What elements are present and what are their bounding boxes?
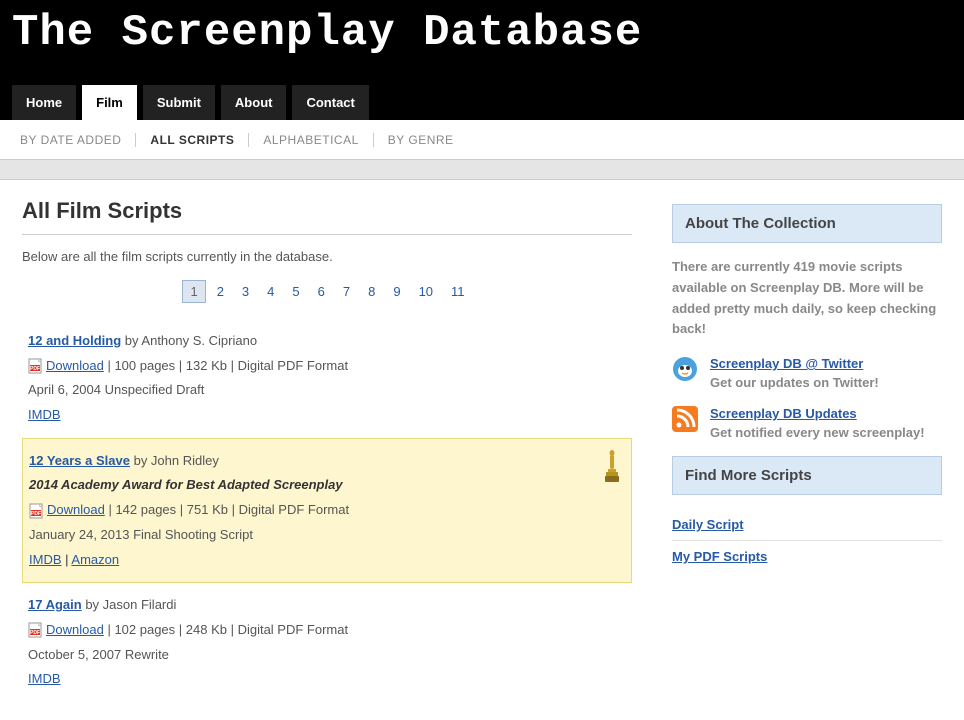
svg-text:PDF: PDF	[30, 630, 40, 636]
ext-link-amazon[interactable]: Amazon	[71, 552, 119, 567]
nav-home[interactable]: Home	[12, 85, 76, 120]
page-1[interactable]: 1	[182, 280, 205, 303]
nav-film[interactable]: Film	[82, 85, 137, 120]
divider	[22, 234, 632, 235]
content-container: All Film Scripts Below are all the film …	[0, 180, 964, 720]
nav-contact[interactable]: Contact	[292, 85, 368, 120]
gray-strip	[0, 160, 964, 180]
oscar-icon	[603, 449, 621, 485]
ext-link-imdb[interactable]: IMDB	[28, 671, 61, 686]
page-3[interactable]: 3	[235, 281, 256, 302]
about-heading: About The Collection	[672, 204, 942, 243]
social-link[interactable]: Screenplay DB @ Twitter	[710, 356, 863, 371]
script-item: 12 Years a Slave by John Ridley 2014 Acad…	[22, 438, 632, 583]
page-11[interactable]: 11	[444, 281, 472, 302]
subnav-by-genre[interactable]: By genre	[374, 133, 468, 147]
page-9[interactable]: 9	[386, 281, 407, 302]
script-title-link[interactable]: 17 Again	[28, 597, 82, 612]
file-meta: | 100 pages | 132 Kb | Digital PDF Forma…	[107, 358, 348, 373]
script-item: 12 and Holding by Anthony S. Cipriano PDF…	[22, 319, 632, 438]
page-10[interactable]: 10	[412, 281, 440, 302]
award-text: 2014 Academy Award for Best Adapted Scre…	[29, 473, 625, 498]
main-column: All Film Scripts Below are all the film …	[22, 198, 672, 702]
subnav-alphabetical[interactable]: Alphabetical	[249, 133, 373, 147]
pdf-icon: PDF	[28, 358, 46, 373]
twitter-icon	[672, 356, 698, 382]
svg-text:PDF: PDF	[30, 366, 40, 372]
social-sub: Get our updates on Twitter!	[710, 375, 879, 390]
pagination: 1234567891011	[22, 280, 632, 303]
more-heading: Find More Scripts	[672, 456, 942, 495]
file-meta: | 142 pages | 751 Kb | Digital PDF Forma…	[108, 502, 349, 517]
date-info: April 6, 2004 Unspecified Draft	[28, 378, 626, 403]
more-link[interactable]: My PDF Scripts	[672, 541, 942, 572]
svg-text:PDF: PDF	[31, 511, 41, 517]
page-6[interactable]: 6	[311, 281, 332, 302]
page-7[interactable]: 7	[336, 281, 357, 302]
main-nav: HomeFilmSubmitAboutContact	[12, 85, 952, 120]
more-links: Daily ScriptMy PDF Scripts	[672, 509, 942, 572]
social-row: Screenplay DB Updates Get notified every …	[672, 406, 942, 440]
download-link[interactable]: Download	[46, 358, 104, 373]
script-author: by John Ridley	[134, 453, 219, 468]
nav-submit[interactable]: Submit	[143, 85, 215, 120]
subnav-all-scripts[interactable]: All scripts	[136, 133, 249, 147]
page-8[interactable]: 8	[361, 281, 382, 302]
file-meta: | 102 pages | 248 Kb | Digital PDF Forma…	[107, 622, 348, 637]
subnav-by-date-added[interactable]: By date added	[20, 133, 136, 147]
about-text: There are currently 419 movie scripts av…	[672, 257, 942, 340]
script-list: 12 and Holding by Anthony S. Cipriano PDF…	[22, 319, 632, 702]
intro-text: Below are all the film scripts currently…	[22, 249, 632, 264]
pdf-icon: PDF	[28, 622, 46, 637]
page-title: All Film Scripts	[22, 198, 632, 224]
sidebar: About The Collection There are currently…	[672, 198, 942, 702]
page-4[interactable]: 4	[260, 281, 281, 302]
page-5[interactable]: 5	[285, 281, 306, 302]
social-links: Screenplay DB @ Twitter Get our updates o…	[672, 356, 942, 440]
more-link[interactable]: Daily Script	[672, 509, 942, 541]
site-title: The Screenplay Database	[12, 0, 952, 58]
download-link[interactable]: Download	[46, 622, 104, 637]
date-info: January 24, 2013 Final Shooting Script	[29, 523, 625, 548]
script-title-link[interactable]: 12 and Holding	[28, 333, 121, 348]
social-sub: Get notified every new screenplay!	[710, 425, 925, 440]
rss-icon	[672, 406, 698, 432]
social-row: Screenplay DB @ Twitter Get our updates o…	[672, 356, 942, 390]
date-info: October 5, 2007 Rewrite	[28, 643, 626, 668]
site-header: The Screenplay Database HomeFilmSubmitAb…	[0, 0, 964, 120]
script-author: by Anthony S. Cipriano	[125, 333, 257, 348]
sub-nav: By date addedAll scriptsAlphabeticalBy g…	[0, 120, 964, 160]
pdf-icon: PDF	[29, 502, 47, 517]
script-item: 17 Again by Jason Filardi PDF Download | 1…	[22, 583, 632, 702]
page-2[interactable]: 2	[210, 281, 231, 302]
nav-about[interactable]: About	[221, 85, 287, 120]
ext-link-imdb[interactable]: IMDB	[28, 407, 61, 422]
script-title-link[interactable]: 12 Years a Slave	[29, 453, 130, 468]
ext-link-imdb[interactable]: IMDB	[29, 552, 62, 567]
social-link[interactable]: Screenplay DB Updates	[710, 406, 857, 421]
download-link[interactable]: Download	[47, 502, 105, 517]
script-author: by Jason Filardi	[85, 597, 176, 612]
